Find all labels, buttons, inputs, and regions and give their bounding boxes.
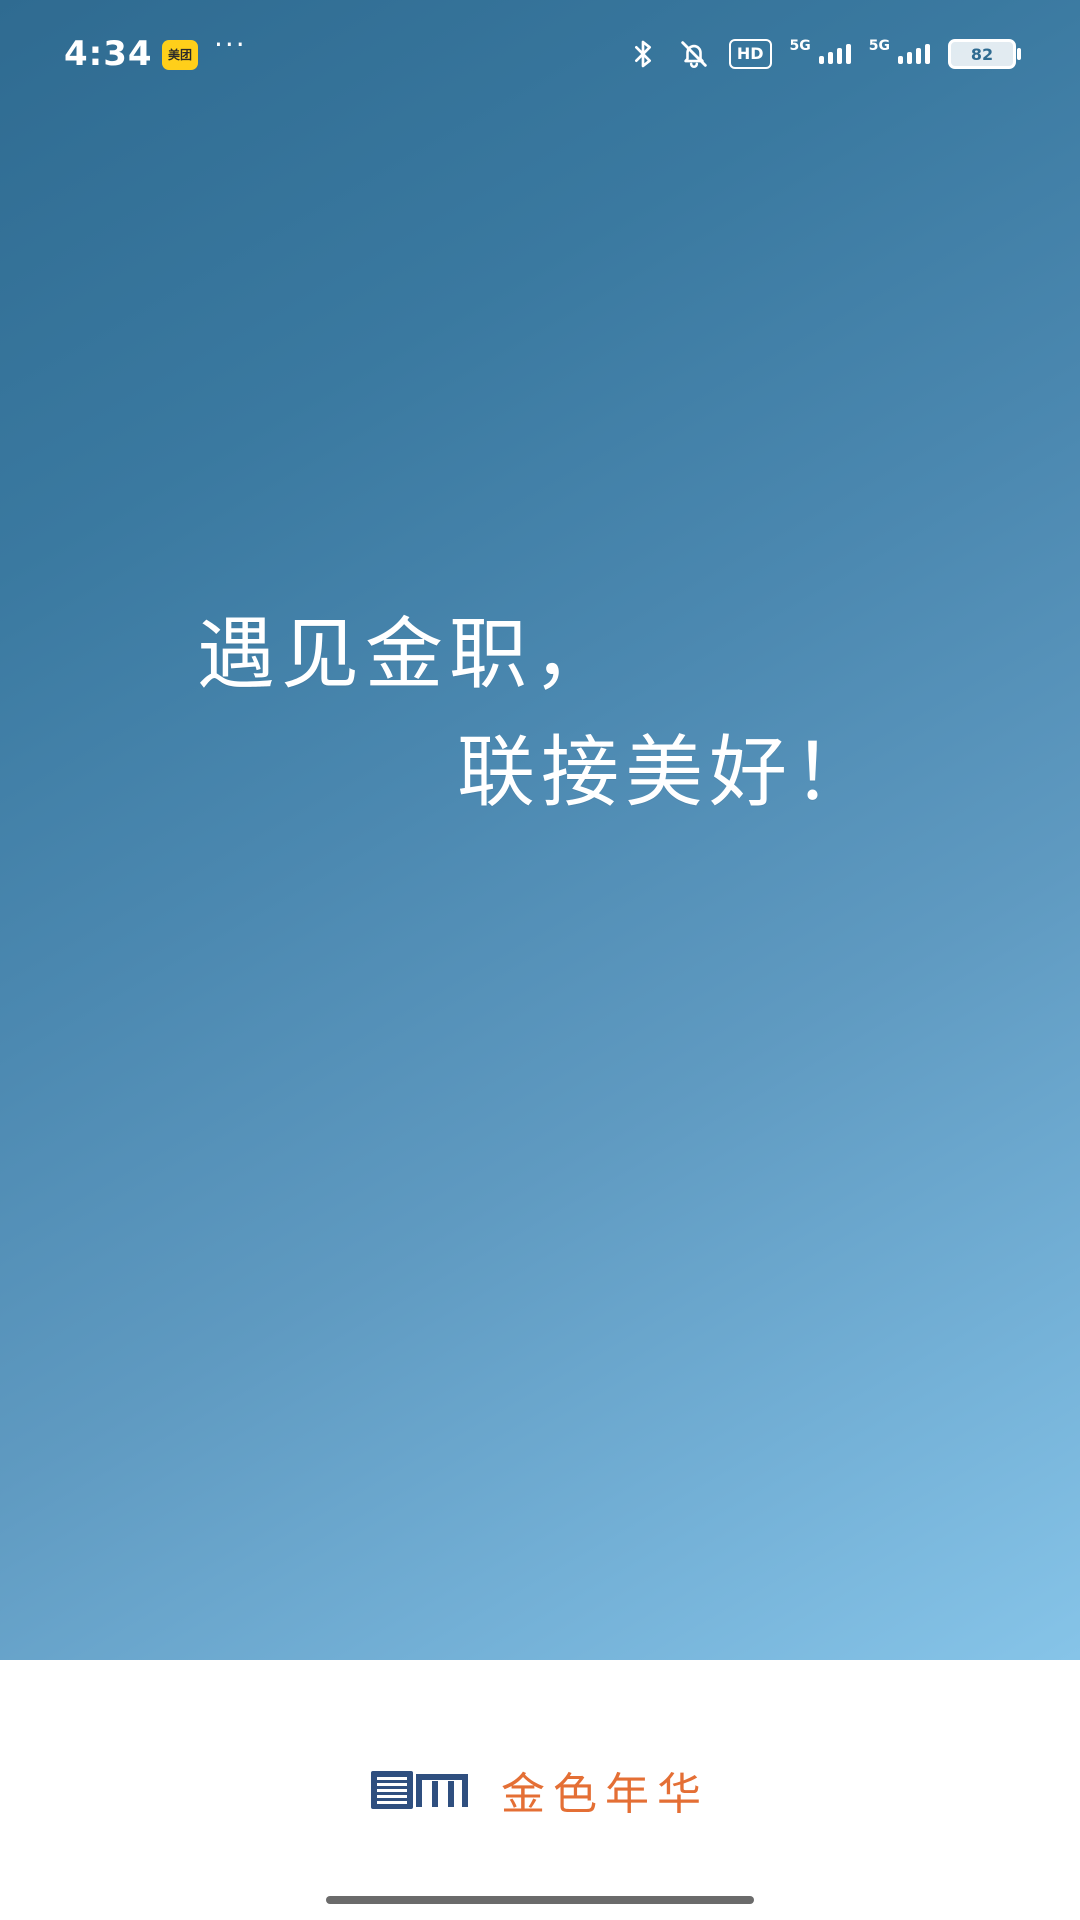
brand-footer: 金色年华 bbox=[0, 1660, 1080, 1920]
brand-logo bbox=[371, 1771, 471, 1809]
network-type-label: 5G bbox=[789, 38, 811, 54]
signal-bar bbox=[898, 56, 903, 64]
bluetooth-icon bbox=[627, 38, 659, 70]
network-type-label: 5G bbox=[868, 38, 890, 54]
slogan-line-2: 联接美好！ bbox=[457, 728, 878, 818]
splash-hero-background: 4:34 美团 ··· HD 5G 5G 82 遇见金职， 联接美好！ bbox=[0, 0, 1080, 1660]
brand-row: 金色年华 bbox=[0, 1758, 1080, 1822]
signal-bar bbox=[818, 56, 824, 64]
signal-bar bbox=[836, 48, 842, 64]
slogan-line-1: 遇见金职， bbox=[197, 610, 618, 700]
battery-icon: 82 bbox=[948, 39, 1021, 69]
signal-bar bbox=[916, 48, 921, 64]
hd-badge: HD bbox=[728, 39, 772, 69]
status-right-icons: HD 5G 5G 82 bbox=[627, 32, 1021, 76]
notifications-muted-icon bbox=[677, 37, 711, 71]
app-badge-icon: 美团 bbox=[162, 40, 198, 70]
brand-name: 金色年华 bbox=[501, 1769, 709, 1820]
signal-bar bbox=[845, 44, 851, 64]
signal-2: 5G bbox=[869, 38, 930, 64]
signal-bar bbox=[925, 44, 930, 64]
signal-bar bbox=[827, 52, 833, 64]
status-bar: 4:34 美团 ··· HD 5G 5G 82 bbox=[0, 0, 1080, 110]
signal-1: 5G bbox=[790, 38, 851, 64]
home-indicator[interactable] bbox=[326, 1896, 754, 1904]
signal-bar bbox=[907, 52, 912, 64]
more-icon: ··· bbox=[214, 28, 247, 61]
status-time: 4:34 bbox=[64, 34, 153, 74]
